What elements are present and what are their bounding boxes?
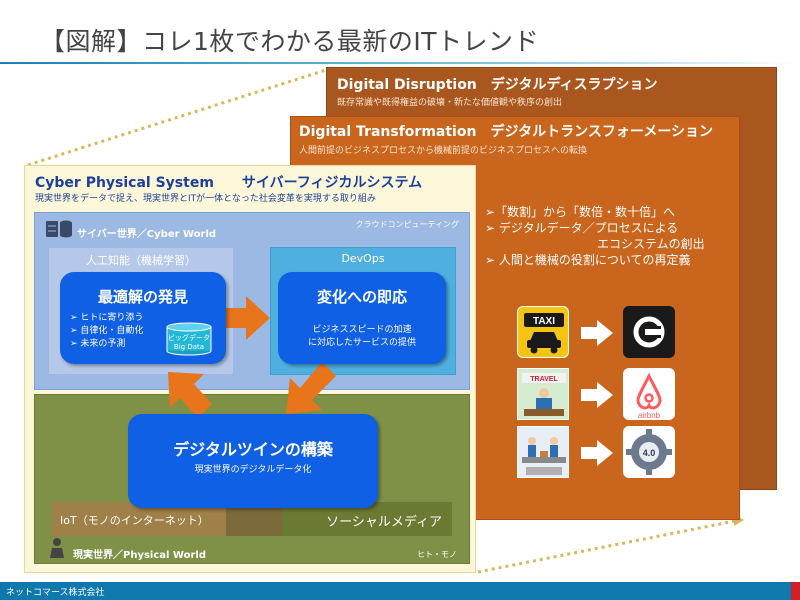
company-name: ネットコマース株式会社 <box>6 588 105 598</box>
digital-twin-title: デジタルツインの構築 <box>173 440 333 459</box>
rapid-adaptation-desc: ビジネススピードの加速 <box>312 325 412 335</box>
optimal-solution-list: ➢ ヒトに寄り添う ➢ 自律化・自動化 ➢ 未来の予測 <box>70 312 143 351</box>
arrow-right-icon <box>224 296 270 340</box>
optimal-bullet: ➢ ヒトに寄り添う <box>70 313 144 323</box>
big-data-label-jp: ビッグデータ <box>168 334 210 342</box>
rapid-adaptation-card: 変化への即応 ビジネススピードの加速 に対応したサービスの提供 <box>278 272 446 364</box>
footer-bar: ネットコマース株式会社 <box>0 582 800 600</box>
footer-accent <box>791 582 800 600</box>
arrow-down-left-icon <box>286 362 336 414</box>
rapid-adaptation-desc: に対応したサービスの提供 <box>307 338 416 348</box>
arrow-up-left-icon <box>168 372 212 418</box>
optimal-bullet: ➢ 未来の予測 <box>70 339 126 349</box>
big-data-label-en: Big Data <box>173 343 205 351</box>
big-data-cylinder-icon: ビッグデータ Big Data <box>165 322 213 356</box>
digital-twin-desc: 現実世界のデジタルデータ化 <box>194 465 312 475</box>
digital-twin-card: デジタルツインの構築 現実世界のデジタルデータ化 <box>128 414 378 508</box>
rapid-adaptation-title: 変化への即応 <box>316 288 407 306</box>
optimal-solution-title: 最適解の発見 <box>97 288 188 306</box>
optimal-bullet: ➢ 自律化・自動化 <box>70 326 144 336</box>
